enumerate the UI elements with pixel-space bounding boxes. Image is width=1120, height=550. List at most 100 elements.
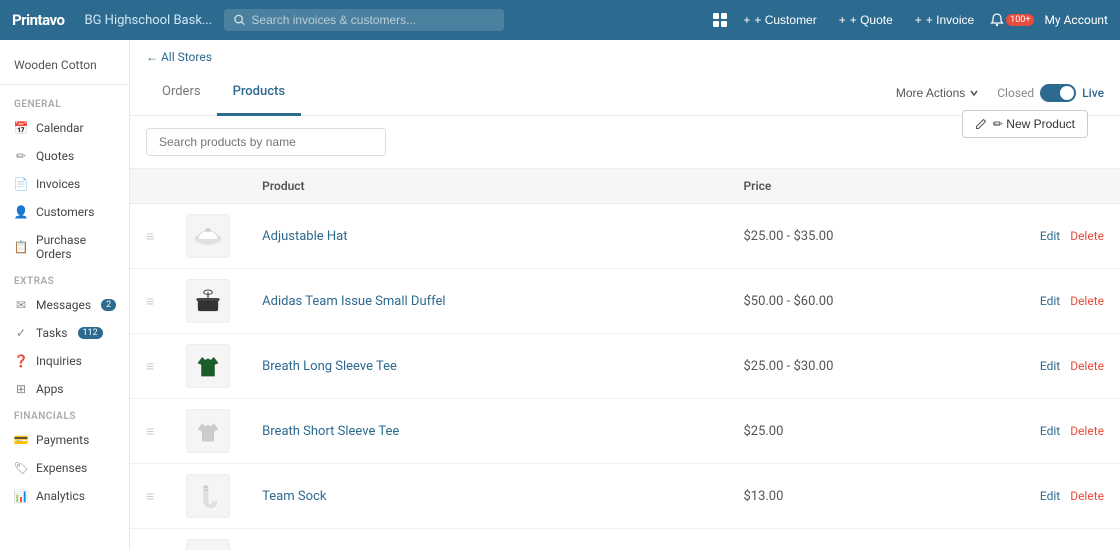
back-to-stores-link[interactable]: ← All Stores	[130, 40, 1120, 70]
product-name-link[interactable]: Adidas Team Issue Small Duffel	[262, 294, 445, 309]
sidebar-item-analytics[interactable]: 📊 Analytics	[0, 482, 129, 510]
sidebar-label-expenses: Expenses	[36, 461, 87, 475]
sidebar-item-expenses[interactable]: 🏷 Expenses	[0, 454, 129, 482]
col-drag	[130, 169, 170, 204]
product-price-cell: $25.00 - $35.00	[727, 204, 1000, 269]
sidebar-item-invoices[interactable]: 📄 Invoices	[0, 170, 129, 198]
product-name-link[interactable]: Breath Short Sleeve Tee	[262, 424, 399, 439]
product-name-link[interactable]: Breath Long Sleeve Tee	[262, 359, 397, 374]
edit-product-button[interactable]: Edit	[1040, 359, 1060, 373]
drag-handle[interactable]: ≡	[130, 529, 170, 550]
search-bar[interactable]	[224, 9, 504, 31]
add-quote-button[interactable]: + + Quote	[833, 9, 899, 31]
edit-product-button[interactable]: Edit	[1040, 424, 1060, 438]
delete-product-button[interactable]: Delete	[1070, 424, 1104, 438]
layout: Wooden Cotton GENERAL 📅 Calendar ✏ Quote…	[0, 40, 1120, 550]
product-price: $50.00 - $60.00	[743, 294, 833, 309]
sidebar-item-purchase-orders[interactable]: 📋 Purchase Orders	[0, 226, 129, 268]
product-price-cell: $50.00 - $60.00	[727, 269, 1000, 334]
sidebar-item-payments[interactable]: 💳 Payments	[0, 426, 129, 454]
product-name-cell: Breath Short Sleeve Tee	[246, 399, 727, 464]
delete-product-button[interactable]: Delete	[1070, 359, 1104, 373]
payment-icon: 💳	[14, 433, 28, 447]
notification-bell[interactable]: 100+	[990, 13, 1034, 27]
pencil-icon	[975, 118, 987, 130]
messages-badge: 2	[101, 299, 116, 311]
closed-label: Closed	[997, 86, 1034, 100]
delete-product-button[interactable]: Delete	[1070, 229, 1104, 243]
tab-products[interactable]: Products	[217, 70, 301, 116]
store-name: BG Highschool Bask...	[84, 13, 212, 28]
drag-handle[interactable]: ≡	[130, 204, 170, 269]
product-price-cell: $45.00 - $50.00	[727, 529, 1000, 550]
file-list-icon: 📋	[14, 240, 28, 254]
my-account-link[interactable]: My Account	[1044, 13, 1108, 27]
product-image	[186, 409, 230, 453]
sidebar-label-messages: Messages	[36, 298, 91, 312]
edit-product-button[interactable]: Edit	[1040, 229, 1060, 243]
edit-product-button[interactable]: Edit	[1040, 489, 1060, 503]
product-image-cell	[170, 464, 246, 529]
product-image-cell	[170, 399, 246, 464]
table-row: ≡ Climalite Select Polo $45.00 - $50.00 …	[130, 529, 1120, 550]
logo: Printavo	[12, 11, 64, 29]
sidebar-item-customers[interactable]: 👤 Customers	[0, 198, 129, 226]
col-img	[170, 169, 246, 204]
add-customer-button[interactable]: + + Customer	[737, 9, 822, 31]
sidebar-item-tasks[interactable]: ✓ Tasks 112	[0, 319, 129, 347]
sidebar-label-calendar: Calendar	[36, 121, 84, 135]
product-actions: Edit Delete	[1016, 229, 1104, 243]
sidebar-label-quotes: Quotes	[36, 149, 74, 163]
live-toggle-wrap: Closed Live	[997, 84, 1104, 102]
new-product-button[interactable]: ✏ New Product	[962, 110, 1088, 138]
edit-product-button[interactable]: Edit	[1040, 294, 1060, 308]
col-actions	[1000, 169, 1120, 204]
product-name-cell: Adidas Team Issue Small Duffel	[246, 269, 727, 334]
product-name-link[interactable]: Adjustable Hat	[262, 229, 347, 244]
tab-orders[interactable]: Orders	[146, 70, 217, 116]
more-actions-button[interactable]: More Actions	[888, 82, 987, 104]
drag-handle[interactable]: ≡	[130, 269, 170, 334]
sidebar-label-invoices: Invoices	[36, 177, 80, 191]
live-toggle[interactable]	[1040, 84, 1076, 102]
main-content: ← All Stores Orders Products More Action…	[130, 40, 1120, 550]
drag-handle[interactable]: ≡	[130, 399, 170, 464]
add-invoice-button[interactable]: + + Invoice	[909, 9, 980, 31]
product-name-cell: Breath Long Sleeve Tee	[246, 334, 727, 399]
product-actions-cell: Edit Delete	[1000, 334, 1120, 399]
sidebar-item-calendar[interactable]: 📅 Calendar	[0, 114, 129, 142]
drag-handle-icon: ≡	[146, 359, 154, 375]
toggle-knob	[1060, 86, 1074, 100]
sidebar-label-tasks: Tasks	[36, 326, 68, 340]
topnav-right: + + Customer + + Quote + + Invoice 100+ …	[713, 9, 1108, 31]
search-input[interactable]	[251, 13, 494, 27]
sidebar-item-inquiries[interactable]: ❓ Inquiries	[0, 347, 129, 375]
person-icon: 👤	[14, 205, 28, 219]
grid-view-icon[interactable]	[713, 13, 727, 27]
inquiry-icon: ❓	[14, 354, 28, 368]
sidebar: Wooden Cotton GENERAL 📅 Calendar ✏ Quote…	[0, 40, 130, 550]
product-price: $25.00	[743, 424, 783, 439]
live-label: Live	[1082, 86, 1104, 100]
sidebar-item-messages[interactable]: ✉ Messages 2	[0, 291, 129, 319]
delete-product-button[interactable]: Delete	[1070, 489, 1104, 503]
drag-handle-icon: ≡	[146, 229, 154, 245]
product-price: $13.00	[743, 489, 783, 504]
product-price: $25.00 - $30.00	[743, 359, 833, 374]
product-name-link[interactable]: Team Sock	[262, 489, 326, 504]
drag-handle[interactable]: ≡	[130, 334, 170, 399]
tasks-badge: 112	[78, 327, 103, 339]
drag-handle-icon: ≡	[146, 294, 154, 310]
product-actions: Edit Delete	[1016, 294, 1104, 308]
drag-handle[interactable]: ≡	[130, 464, 170, 529]
product-actions-cell: Edit Delete	[1000, 464, 1120, 529]
page-header-right: More Actions Closed Live	[888, 82, 1104, 104]
sidebar-section-general: GENERAL	[0, 91, 129, 114]
delete-product-button[interactable]: Delete	[1070, 294, 1104, 308]
sidebar-item-apps[interactable]: ⊞ Apps	[0, 375, 129, 403]
products-search-input[interactable]	[146, 128, 386, 156]
sidebar-item-quotes[interactable]: ✏ Quotes	[0, 142, 129, 170]
calendar-icon: 📅	[14, 121, 28, 135]
pencil-icon: ✏	[14, 149, 28, 163]
sidebar-store-name: Wooden Cotton	[0, 50, 129, 85]
